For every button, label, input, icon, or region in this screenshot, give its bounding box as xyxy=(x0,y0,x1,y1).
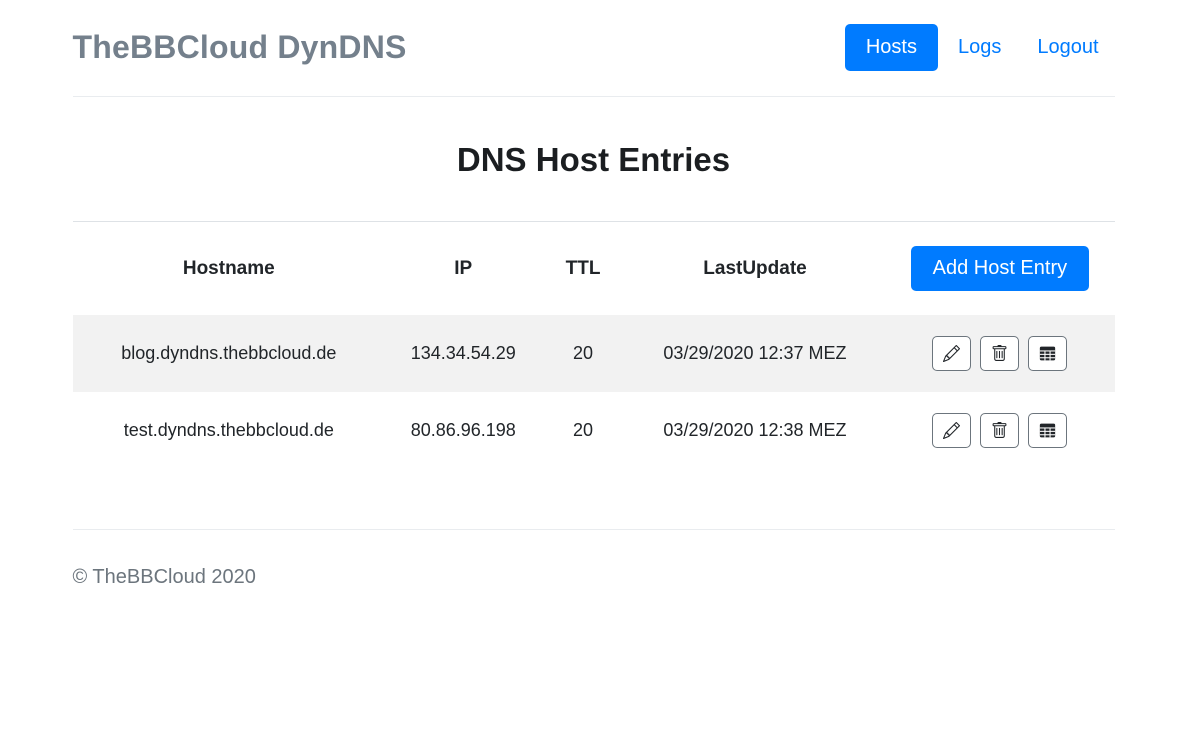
edit-button[interactable] xyxy=(932,413,971,448)
lastupdate-cell: 03/29/2020 12:37 MEZ xyxy=(625,315,886,392)
table-row: blog.dyndns.thebbcloud.de 134.34.54.29 2… xyxy=(73,315,1115,392)
column-header-ttl: TTL xyxy=(541,222,624,316)
copyright-text: © TheBBCloud 2020 xyxy=(73,566,256,588)
table-icon xyxy=(1039,422,1056,439)
column-header-hostname: Hostname xyxy=(73,222,386,316)
trash-icon xyxy=(991,345,1008,362)
delete-button[interactable] xyxy=(980,336,1019,371)
pencil-icon xyxy=(943,345,960,362)
nav-item-logout[interactable]: Logout xyxy=(1021,28,1114,67)
actions-cell xyxy=(885,315,1114,392)
ip-cell: 134.34.54.29 xyxy=(385,315,541,392)
footer: © TheBBCloud 2020 xyxy=(73,529,1115,629)
trash-icon xyxy=(991,422,1008,439)
page-title: DNS Host Entries xyxy=(73,141,1115,179)
add-host-entry-button[interactable]: Add Host Entry xyxy=(911,246,1090,291)
hostname-cell: test.dyndns.thebbcloud.de xyxy=(73,392,386,469)
ip-cell: 80.86.96.198 xyxy=(385,392,541,469)
nav-item-logs[interactable]: Logs xyxy=(942,28,1017,67)
page: TheBBCloud DynDNS Hosts Logs Logout DNS … xyxy=(0,0,1187,755)
delete-button[interactable] xyxy=(980,413,1019,448)
edit-button[interactable] xyxy=(932,336,971,371)
actions-cell xyxy=(885,392,1114,469)
nav-item-hosts[interactable]: Hosts xyxy=(845,24,938,71)
table-icon xyxy=(1039,345,1056,362)
table-header-row: Hostname IP TTL LastUpdate Add Host Entr… xyxy=(73,222,1115,316)
table-row: test.dyndns.thebbcloud.de 80.86.96.198 2… xyxy=(73,392,1115,469)
column-header-lastupdate: LastUpdate xyxy=(625,222,886,316)
lastupdate-cell: 03/29/2020 12:38 MEZ xyxy=(625,392,886,469)
host-log-button[interactable] xyxy=(1028,413,1067,448)
brand-title[interactable]: TheBBCloud DynDNS xyxy=(73,29,407,66)
dns-host-table: Hostname IP TTL LastUpdate Add Host Entr… xyxy=(73,221,1115,469)
nav-menu: Hosts Logs Logout xyxy=(845,24,1115,71)
navbar: TheBBCloud DynDNS Hosts Logs Logout xyxy=(73,0,1115,97)
host-log-button[interactable] xyxy=(1028,336,1067,371)
pencil-icon xyxy=(943,422,960,439)
column-header-ip: IP xyxy=(385,222,541,316)
hostname-cell: blog.dyndns.thebbcloud.de xyxy=(73,315,386,392)
column-header-actions: Add Host Entry xyxy=(885,222,1114,316)
ttl-cell: 20 xyxy=(541,315,624,392)
ttl-cell: 20 xyxy=(541,392,624,469)
